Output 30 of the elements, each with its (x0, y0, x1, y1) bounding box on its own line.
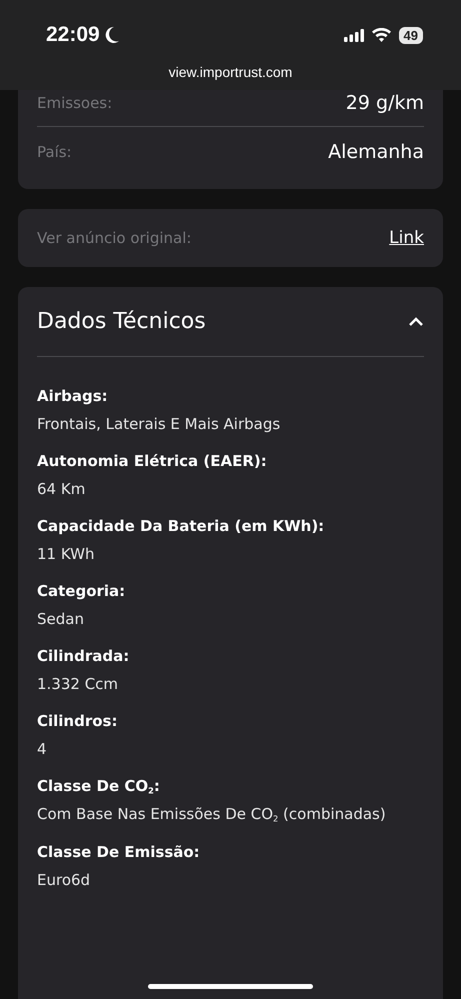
url-text[interactable]: view.importrust.com (168, 64, 292, 80)
spec-value: 4 (37, 740, 48, 758)
spec-value: Euro6d (37, 870, 92, 889)
spec-label: Capacidade Da Bateria (em KWh): (37, 517, 326, 535)
spec-label: Classe De CO$_{2}$: (37, 777, 161, 796)
spec-label: Cilindros: (37, 712, 118, 730)
spec-value: 1.332 Ccm (37, 675, 120, 693)
battery-indicator: 49 (398, 26, 423, 44)
spec-label: Cilindrada: (37, 647, 130, 665)
link[interactable]: Link (389, 228, 424, 248)
wifi-icon (372, 28, 391, 42)
field-value: Alemanha (328, 141, 424, 163)
section-title: Dados Técnicos (37, 309, 206, 334)
spec-value: 11 KWh (37, 545, 96, 563)
field-value: 29 g/km (346, 92, 424, 114)
field-label: Ver anúncio original: (37, 229, 192, 247)
spec-value: Frontais, Laterais E Mais Airbags (37, 415, 282, 433)
spec-label: Autonomia Elétrica (EAER): (37, 452, 268, 470)
chevron-icon[interactable] (408, 316, 424, 326)
field-label: Emissoes: (37, 94, 112, 112)
signal-icon (344, 28, 364, 42)
spec-value: 64 Km (37, 480, 86, 498)
moon-icon (104, 26, 120, 44)
spec-value: Com Base Nas Emissões De CO$_{2}$ (combinadas) (37, 805, 387, 824)
status-time: 22:09 (46, 23, 100, 47)
spec-label: Classe De Emissão: (37, 842, 201, 861)
spec-value: Sedan (37, 610, 85, 628)
field-label: País: (37, 143, 72, 161)
spec-label: Airbags: (37, 387, 109, 405)
spec-label: Categoria: (37, 582, 126, 600)
